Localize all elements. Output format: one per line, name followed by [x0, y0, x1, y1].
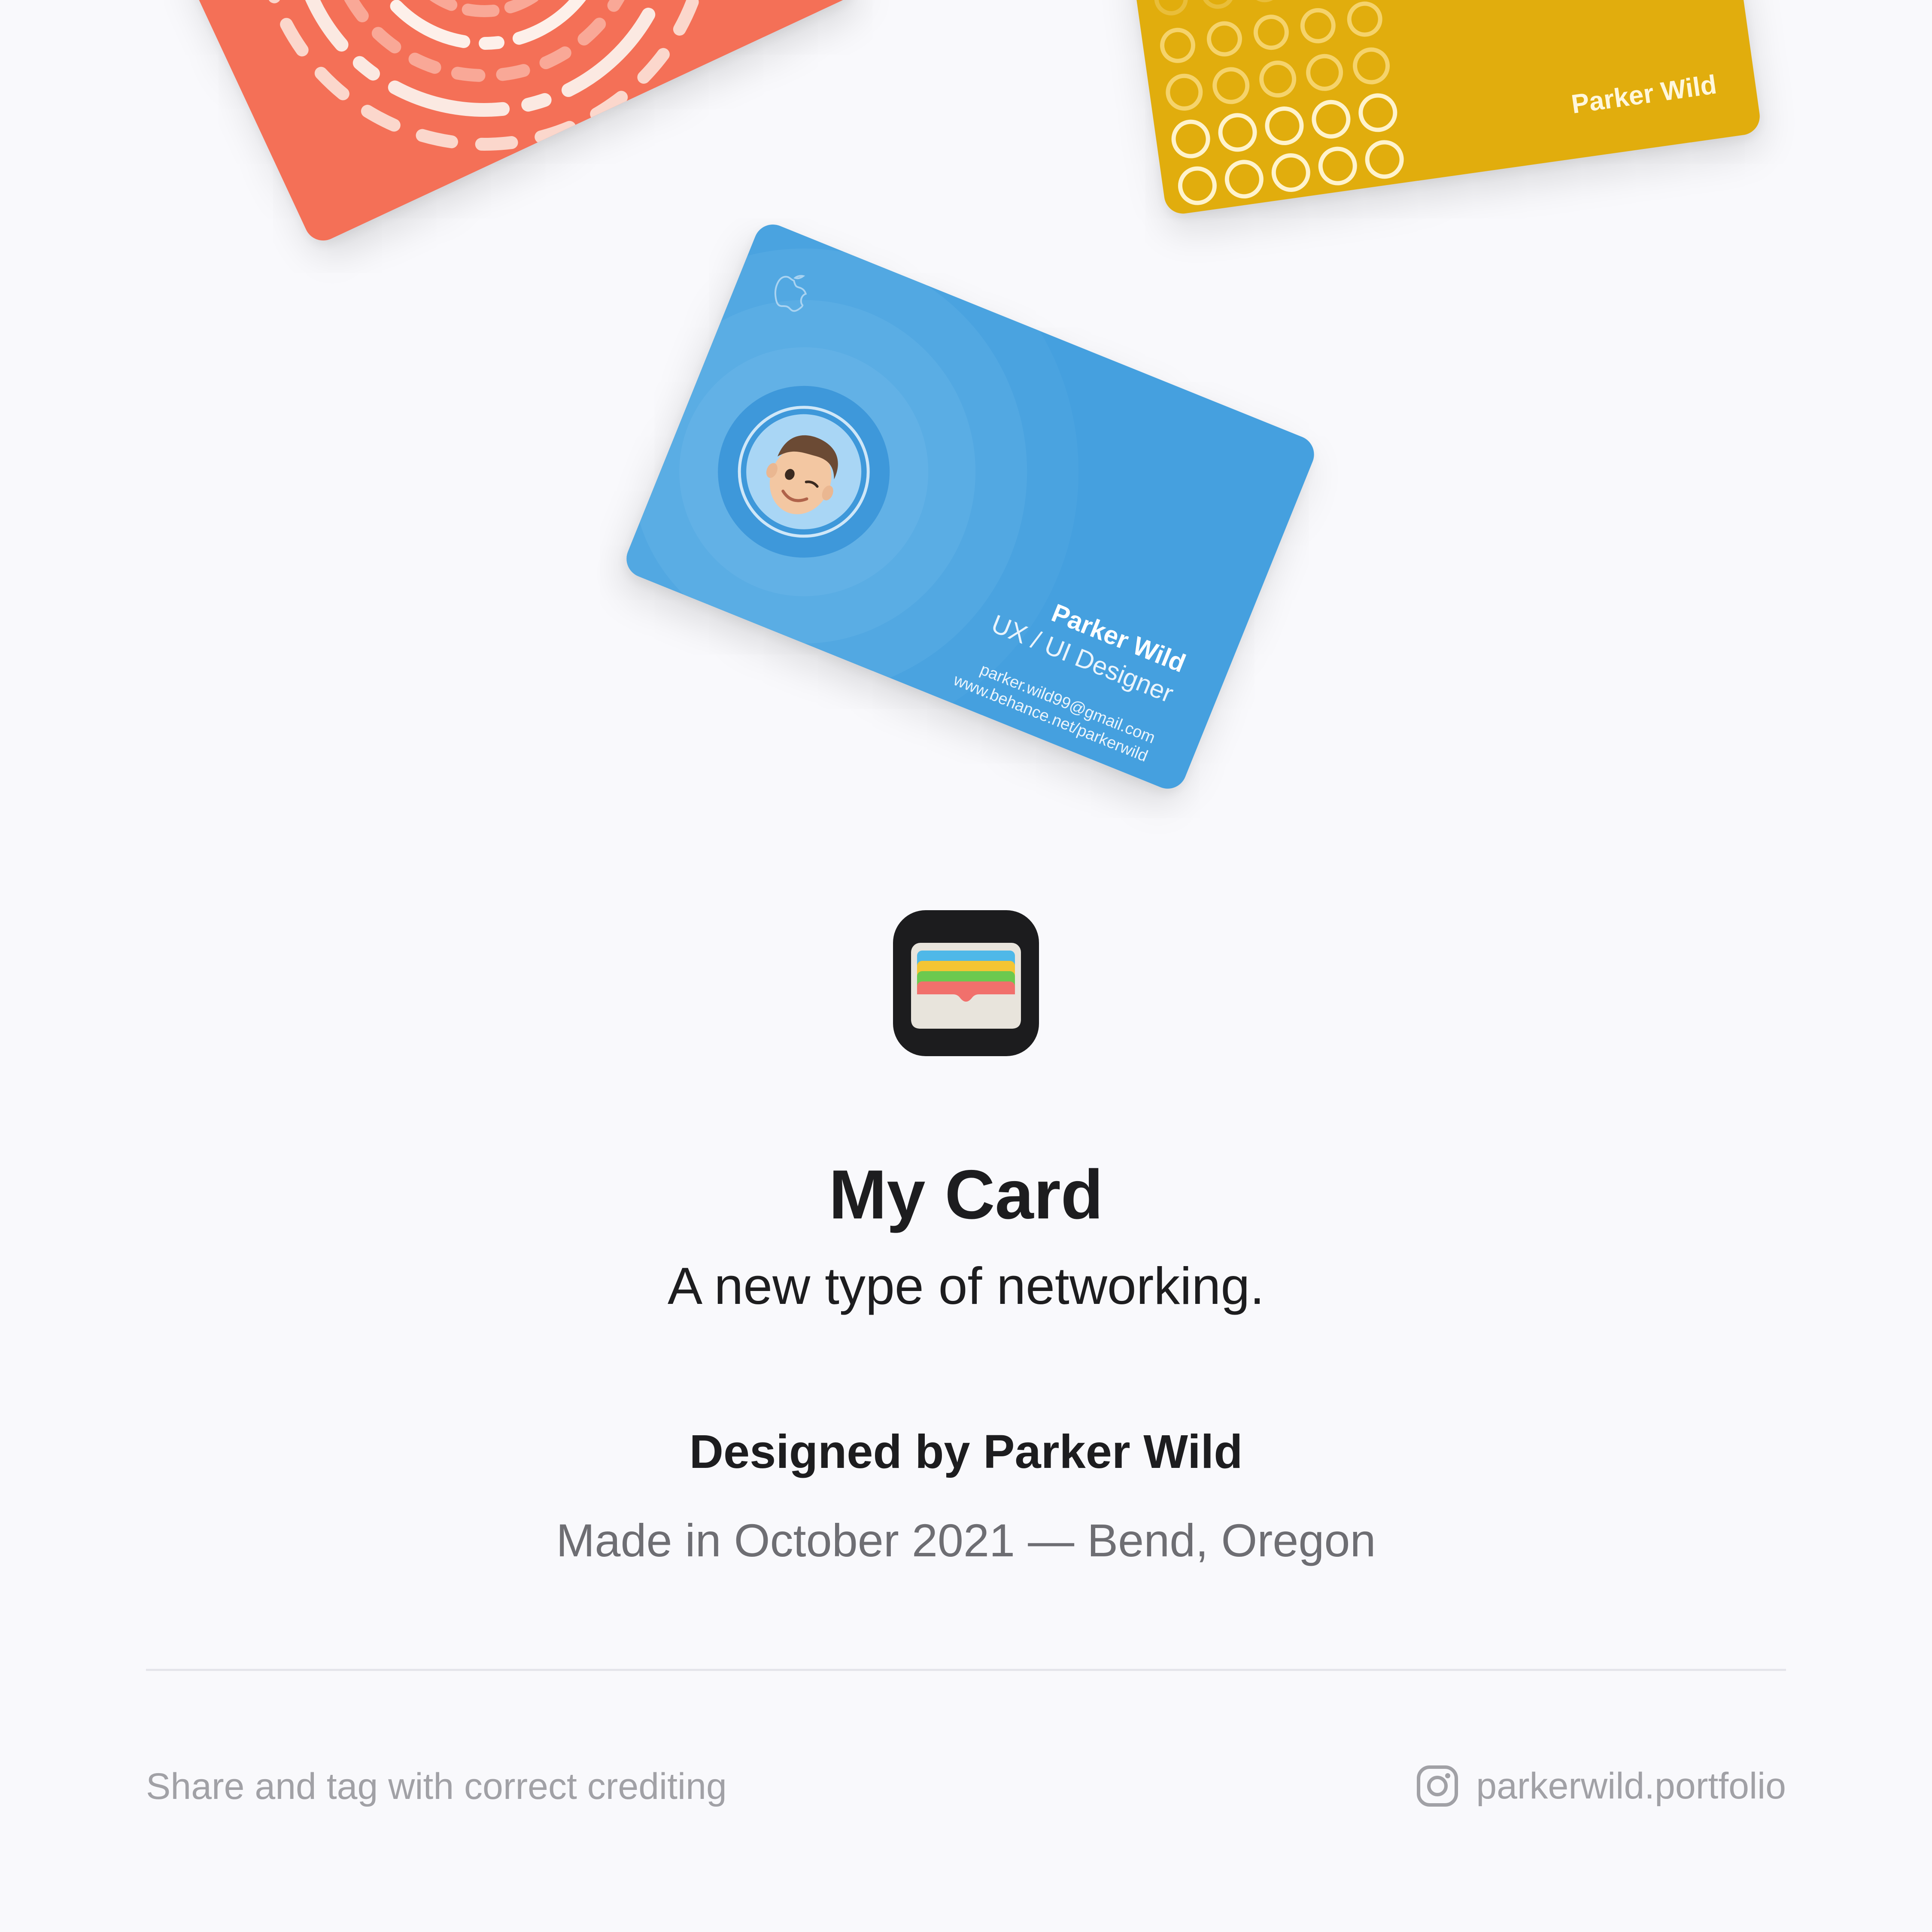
page-subtitle: A new type of networking.: [667, 1257, 1265, 1315]
instagram-icon: [1415, 1764, 1460, 1808]
wallet-app-icon: [893, 910, 1039, 1056]
coral-ring-pattern: [255, 0, 714, 151]
page-title: My Card: [829, 1156, 1103, 1233]
designer-credit: Designed by Parker Wild: [689, 1425, 1243, 1478]
instagram-handle: parkerwild.portfolio: [1476, 1765, 1786, 1807]
yellow-card: Parker Wild: [1114, 0, 1762, 216]
instagram-link[interactable]: parkerwild.portfolio: [1415, 1762, 1786, 1810]
made-in-line: Made in October 2021 — Bend, Oregon: [556, 1514, 1376, 1566]
footer-divider: [146, 1669, 1786, 1671]
showcase-page: PW Parker Wild: [0, 0, 1932, 1932]
coral-card: PW: [154, 0, 859, 247]
blue-ripple-pattern: [621, 219, 1079, 747]
yellow-circle-pattern: [1154, 0, 1404, 205]
blue-card: Parker Wild UX / UI Designer parker.wild…: [621, 219, 1320, 795]
share-note: Share and tag with correct crediting: [146, 1766, 727, 1807]
